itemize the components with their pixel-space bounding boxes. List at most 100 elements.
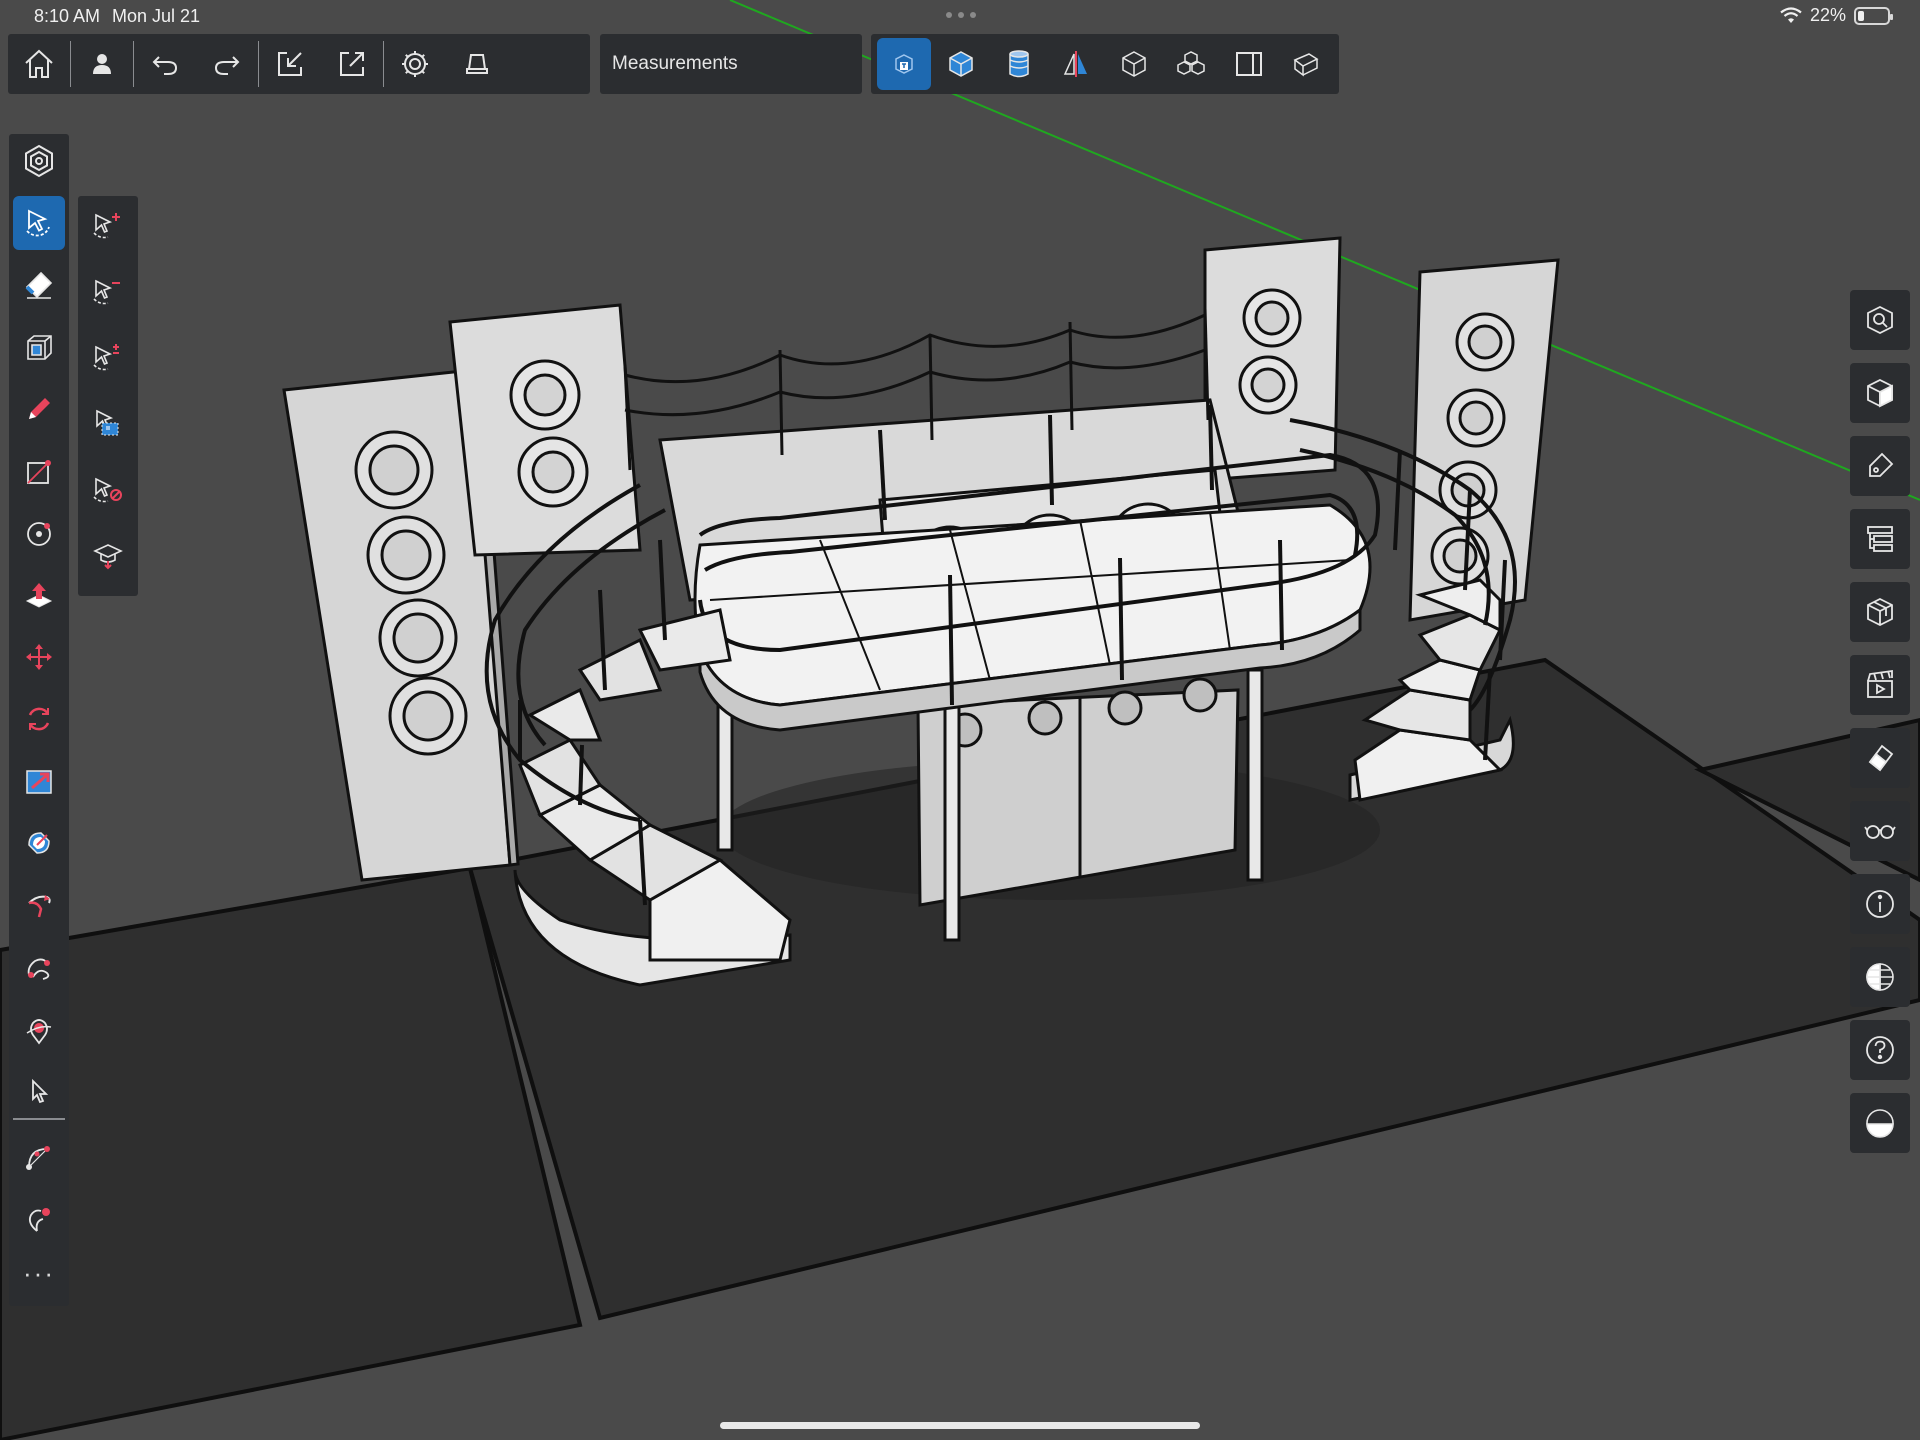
arc-icon	[26, 1146, 50, 1170]
components-panel-button[interactable]	[1850, 582, 1910, 642]
components-tool[interactable]	[9, 134, 69, 188]
styles-panel-button[interactable]	[1850, 728, 1910, 788]
rotate-icon	[28, 707, 50, 731]
freehand-tool[interactable]	[9, 1192, 69, 1246]
select-subtract-icon	[93, 279, 120, 305]
orbit-tool[interactable]	[9, 1002, 69, 1056]
battery-icon	[1854, 6, 1893, 25]
view-toolbar	[871, 34, 1339, 94]
half-circle-icon	[1866, 1109, 1894, 1138]
select-tool[interactable]	[13, 196, 65, 250]
redo-button[interactable]	[196, 34, 258, 94]
import-button[interactable]	[259, 34, 321, 94]
model-viewport[interactable]	[0, 0, 1920, 1440]
status-indicators: 22%	[1780, 5, 1893, 26]
graduation-cap-icon	[93, 544, 123, 570]
right-panel-toolbar	[1850, 290, 1910, 1153]
help-icon	[1866, 1036, 1894, 1064]
globe-icon	[1866, 963, 1894, 991]
left-back-panel	[448, 303, 642, 557]
tag-icon	[1869, 452, 1894, 477]
arrow-tool[interactable]	[9, 1064, 69, 1118]
select-box-icon	[96, 409, 119, 436]
eraser-tool[interactable]	[9, 258, 69, 312]
materials-panel-button[interactable]	[1850, 436, 1910, 496]
cube-icon	[1867, 378, 1893, 408]
view-components[interactable]	[1163, 34, 1221, 94]
redo-icon	[214, 56, 240, 75]
select-add-button[interactable]	[78, 198, 138, 252]
outliner-panel-button[interactable]	[1850, 509, 1910, 569]
display-icon	[466, 54, 488, 74]
select-clear-icon	[93, 477, 122, 503]
xray-panel-button[interactable]	[1850, 801, 1910, 861]
views-panel-button[interactable]	[1850, 363, 1910, 423]
help-button[interactable]	[1850, 1020, 1910, 1080]
view-solid[interactable]	[1278, 34, 1336, 94]
arc-tool[interactable]	[9, 1130, 69, 1184]
account-button[interactable]	[71, 34, 133, 94]
push-pull-tool[interactable]	[9, 568, 69, 622]
shadows-button[interactable]	[1850, 1093, 1910, 1153]
more-icon: ···	[23, 1258, 55, 1288]
offset-tool[interactable]	[9, 816, 69, 870]
clapperboard-icon	[1867, 669, 1893, 698]
follow-me-icon	[28, 895, 51, 918]
home-indicator[interactable]	[720, 1422, 1200, 1429]
status-date: Mon Jul 21	[112, 6, 201, 26]
multitasking-dots-icon[interactable]	[946, 12, 976, 20]
view-mirror[interactable]	[1048, 34, 1106, 94]
line-tool[interactable]	[9, 382, 69, 436]
pencil-icon	[29, 398, 50, 419]
left-toolbar-divider	[13, 1118, 65, 1120]
tape-measure-tool[interactable]	[9, 940, 69, 994]
follow-me-tool[interactable]	[9, 878, 69, 932]
section-plane-icon	[1235, 52, 1262, 76]
scale-icon	[26, 770, 52, 794]
select-box-button[interactable]	[78, 396, 138, 450]
select-clear-button[interactable]	[78, 462, 138, 516]
circle-icon	[27, 522, 51, 546]
push-pull-icon	[25, 583, 53, 608]
select-options-toolbar	[78, 196, 138, 596]
select-lasso-icon	[26, 209, 50, 237]
circle-tool[interactable]	[9, 506, 69, 560]
glasses-icon	[1864, 825, 1896, 839]
export-button[interactable]	[321, 34, 383, 94]
select-toggle-button[interactable]	[78, 330, 138, 384]
battery-level	[1858, 10, 1864, 21]
search-panel-button[interactable]	[1850, 290, 1910, 350]
component-cube-icon	[1867, 597, 1893, 627]
paint-tool[interactable]	[9, 320, 69, 374]
perspective-cube-icon	[895, 54, 913, 74]
home-button[interactable]	[8, 34, 70, 94]
entity-info-button[interactable]	[1850, 874, 1910, 934]
move-tool[interactable]	[9, 630, 69, 684]
view-perspective[interactable]	[877, 38, 931, 90]
view-section-plane[interactable]	[1220, 34, 1278, 94]
tray-title[interactable]: Measurements	[600, 34, 862, 94]
hexagon-icon	[25, 144, 53, 178]
instructor-button[interactable]	[78, 528, 138, 582]
eraser-icon	[25, 271, 53, 299]
more-tools-button[interactable]: ···	[9, 1246, 69, 1300]
settings-button[interactable]	[384, 34, 446, 94]
display-button[interactable]	[446, 34, 508, 94]
view-iso[interactable]	[933, 34, 991, 94]
move-icon	[26, 644, 52, 670]
search-cube-icon	[1867, 305, 1893, 335]
status-time: 8:10 AM	[34, 6, 101, 26]
scenes-panel-button[interactable]	[1850, 655, 1910, 715]
view-wireframe[interactable]	[1105, 34, 1163, 94]
wifi-icon	[1780, 6, 1802, 23]
rotate-tool[interactable]	[9, 692, 69, 746]
status-bar: 8:10 AM Mon Jul 21 22%	[0, 0, 1920, 34]
mirror-icon	[1064, 51, 1088, 77]
import-icon	[278, 52, 302, 76]
view-section[interactable]	[990, 34, 1048, 94]
rectangle-tool[interactable]	[9, 444, 69, 498]
select-subtract-button[interactable]	[78, 264, 138, 318]
scale-tool[interactable]	[9, 754, 69, 808]
undo-button[interactable]	[134, 34, 196, 94]
display-panel-button[interactable]	[1850, 947, 1910, 1007]
